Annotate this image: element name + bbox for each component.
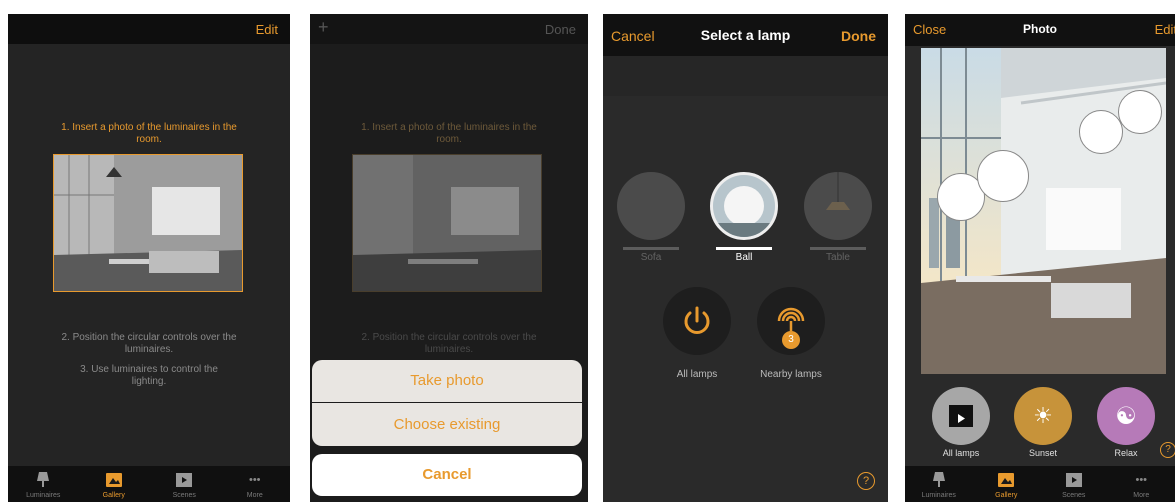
step2-instruction: 2. Position the circular controls over t… (361, 332, 537, 355)
all-lamps-button[interactable]: All lamps (661, 287, 733, 380)
lamp-icon (35, 472, 51, 488)
lamp-control-2[interactable] (977, 150, 1029, 202)
scene-relax[interactable]: ☯ Relax (1094, 387, 1158, 458)
select-lamp-screen: Cancel Select a lamp Done Sofa Ball Tabl… (603, 14, 888, 502)
cancel-button[interactable]: Cancel (312, 454, 582, 496)
step2-instruction: 2. Position the circular controls over t… (61, 332, 237, 355)
scene-label: Sunset (1028, 448, 1058, 458)
help-icon[interactable]: ? (857, 472, 875, 490)
lamp-indicator (810, 247, 866, 250)
all-lamps-label: All lamps (676, 369, 718, 380)
clapperboard-icon (932, 387, 990, 445)
lamp-icon (931, 472, 947, 488)
choose-existing-button[interactable]: Choose existing (312, 403, 582, 446)
lamp-control-4[interactable] (1118, 90, 1162, 134)
tab-bar: Luminaires Gallery Scenes ••• More (8, 466, 290, 502)
tab-luminaires[interactable]: Luminaires (905, 466, 973, 502)
room-photo (352, 154, 542, 292)
top-bar: Edit (8, 14, 290, 44)
tab-more[interactable]: ••• More (1108, 466, 1175, 502)
edit-button[interactable]: Edit (256, 22, 278, 37)
signal-icon: 3 (757, 287, 825, 355)
scenes-icon (176, 472, 193, 488)
top-bar: Close Photo Edit (905, 14, 1175, 46)
help-icon[interactable]: ? (1160, 442, 1175, 458)
tab-luminaires[interactable]: Luminaires (8, 466, 79, 502)
edit-button[interactable]: Edit (1155, 22, 1175, 37)
tab-gallery[interactable]: Gallery (79, 466, 150, 502)
room-photo[interactable] (921, 48, 1166, 374)
lamp-control-3[interactable] (1079, 110, 1123, 154)
top-bar: Cancel Select a lamp Done (603, 14, 888, 56)
power-icon (663, 287, 731, 355)
tab-gallery[interactable]: Gallery (973, 466, 1041, 502)
gallery-icon (105, 472, 122, 488)
table-lamp-icon (804, 172, 872, 240)
lamp-indicator (716, 247, 772, 250)
lamp-label: Table (826, 252, 850, 263)
step1-instruction: 1. Insert a photo of the luminaires in t… (361, 122, 537, 145)
tab-more[interactable]: ••• More (220, 466, 291, 502)
lamp-label: Sofa (640, 252, 662, 263)
step1-instruction: 1. Insert a photo of the luminaires in t… (61, 122, 237, 145)
yin-yang-icon: ☯ (1097, 387, 1155, 445)
scene-all-lamps[interactable]: All lamps (929, 387, 993, 458)
add-button[interactable]: + (318, 17, 329, 38)
lamp-option-table[interactable]: Table (802, 172, 874, 263)
lamp-indicator (623, 247, 679, 250)
photo-control-screen: Close Photo Edit All lamps ☀ Sunset ☯ Re… (905, 14, 1175, 502)
screen-title: Photo (1023, 22, 1057, 36)
take-photo-button[interactable]: Take photo (312, 360, 582, 402)
scene-sunset[interactable]: ☀ Sunset (1011, 387, 1075, 458)
top-bar: + Done (310, 14, 588, 44)
lamp-label: Ball (735, 252, 753, 263)
lamp-option-sofa[interactable]: Sofa (615, 172, 687, 263)
nearby-lamps-label: Nearby lamps (760, 369, 822, 380)
done-button[interactable]: Done (841, 28, 876, 44)
done-button[interactable]: Done (545, 22, 576, 37)
nearby-lamps-button[interactable]: 3 Nearby lamps (755, 287, 827, 380)
scene-label: Relax (1114, 448, 1138, 458)
sofa-lamp-icon (617, 172, 685, 240)
nearby-count-badge: 3 (782, 331, 800, 349)
room-photo[interactable] (53, 154, 243, 292)
scene-label: All lamps (942, 448, 980, 458)
more-icon: ••• (1135, 474, 1148, 486)
header-band (603, 56, 888, 96)
ball-lamp-icon (710, 172, 778, 240)
gallery-empty-screen: Edit 1. Insert a photo of the luminaires… (8, 14, 290, 502)
sun-icon: ☀ (1014, 387, 1072, 445)
scenes-icon (1065, 472, 1082, 488)
lamp-option-ball[interactable]: Ball (708, 172, 780, 263)
photo-source-screen: + Done 1. Insert a photo of the luminair… (310, 14, 588, 502)
step3-instruction: 3. Use luminaires to control the lightin… (80, 364, 218, 387)
tab-scenes[interactable]: Scenes (1040, 466, 1108, 502)
tab-bar: Luminaires Gallery Scenes ••• More (905, 466, 1175, 502)
tab-scenes[interactable]: Scenes (149, 466, 220, 502)
gallery-icon (998, 472, 1015, 488)
more-icon: ••• (248, 474, 261, 486)
